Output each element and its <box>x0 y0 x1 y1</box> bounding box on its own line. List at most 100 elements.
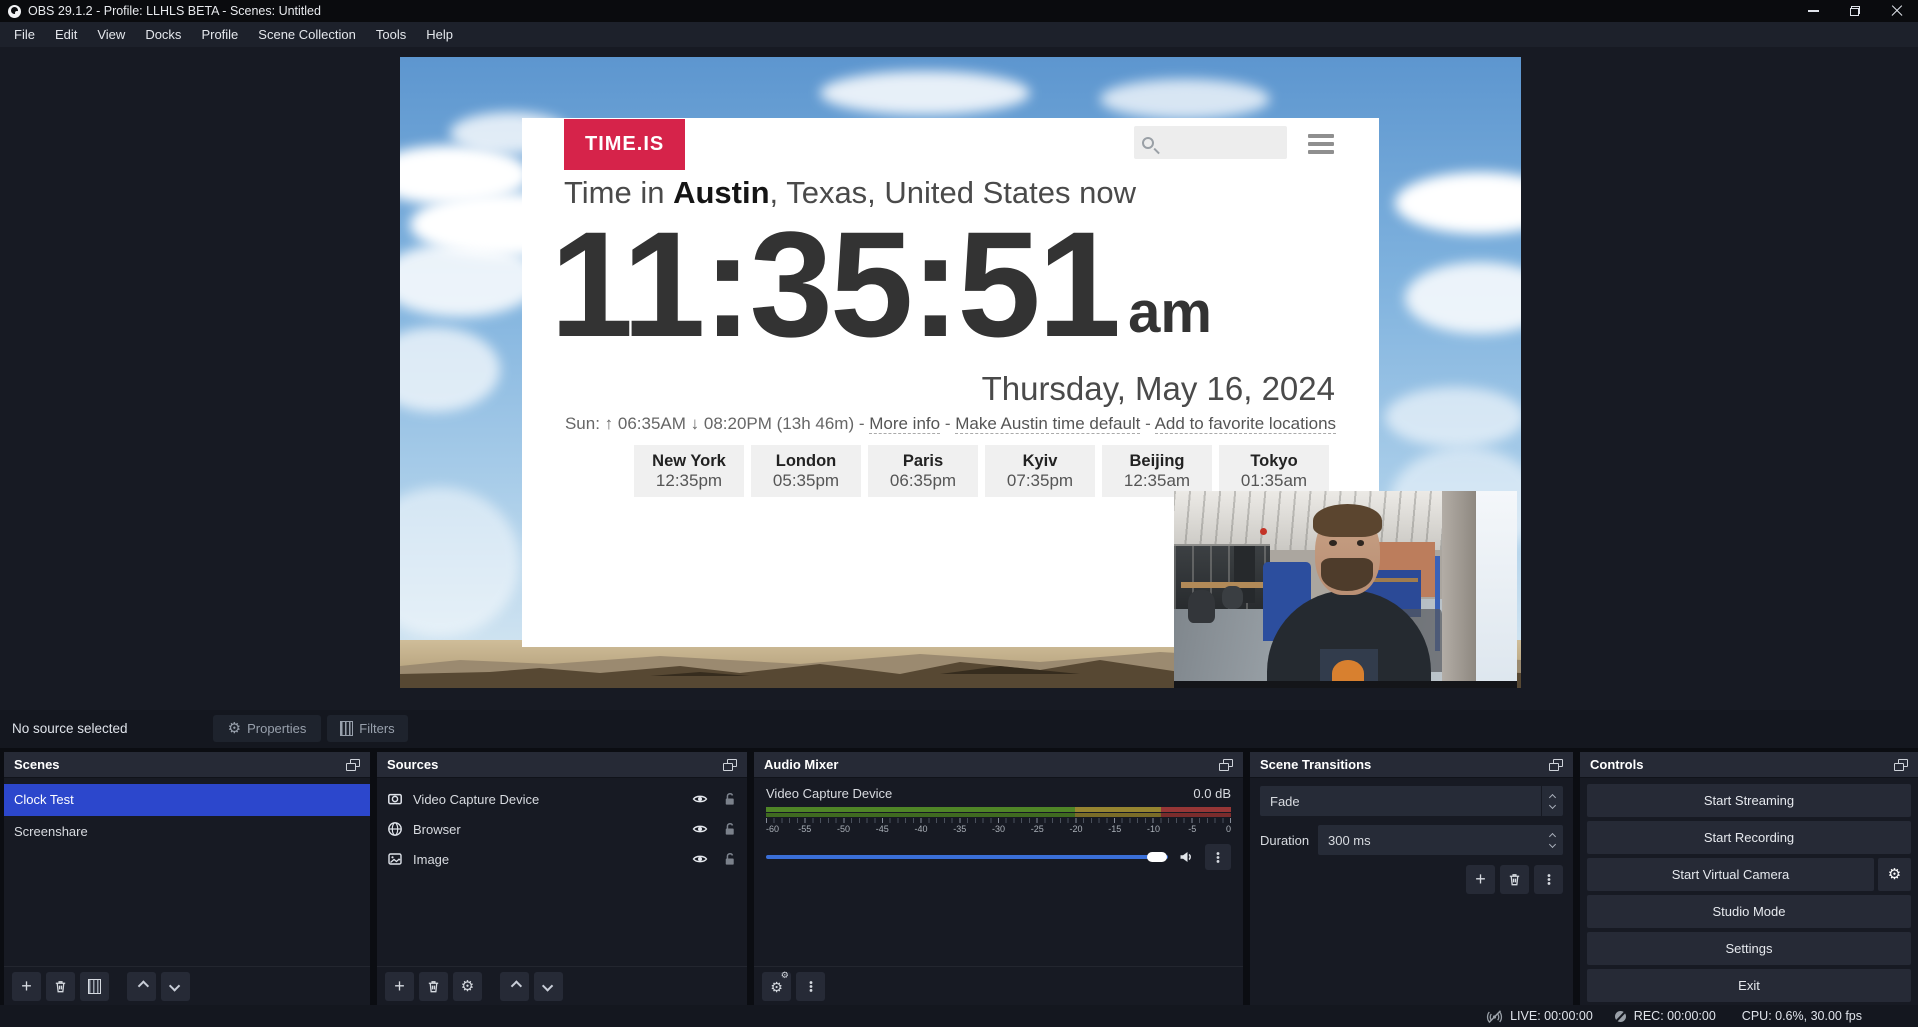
city-london[interactable]: London05:35pm <box>751 445 861 497</box>
studio-mode-button[interactable]: Studio Mode <box>1587 895 1911 928</box>
chevron-up-icon <box>510 980 521 991</box>
popout-icon <box>1219 759 1233 771</box>
kebab-icon <box>804 979 818 994</box>
obs-logo-icon <box>8 5 21 18</box>
add-favorite-link[interactable]: Add to favorite locations <box>1155 414 1336 434</box>
remove-transition-button[interactable] <box>1500 865 1529 894</box>
sun-info-line: Sun: ↑ 06:35AM ↓ 08:20PM (13h 46m) - Mor… <box>522 414 1379 434</box>
record-disabled-icon <box>1613 1009 1628 1024</box>
volume-slider[interactable] <box>766 855 1168 859</box>
move-scene-up-button[interactable] <box>127 972 156 1001</box>
filters-button[interactable]: Filters <box>327 715 408 742</box>
dropdown-spinner[interactable] <box>1541 786 1563 816</box>
dock-area: Scenes Clock Test Screenshare + Sources <box>0 748 1918 1005</box>
chevron-up-icon <box>1548 832 1555 839</box>
broadcast-disabled-icon <box>1485 1009 1504 1024</box>
eye-icon[interactable] <box>691 822 709 836</box>
mixer-menu-button[interactable] <box>796 972 825 1001</box>
chevron-up-icon <box>137 980 148 991</box>
source-properties-button[interactable]: ⚙ <box>453 972 482 1001</box>
start-streaming-button[interactable]: Start Streaming <box>1587 784 1911 817</box>
menu-view[interactable]: View <box>87 22 135 47</box>
chevron-down-icon <box>1549 801 1556 808</box>
minimize-button[interactable] <box>1792 0 1834 22</box>
menu-scene-collection[interactable]: Scene Collection <box>248 22 366 47</box>
city-beijing[interactable]: Beijing12:35am <box>1102 445 1212 497</box>
search-icon <box>1142 137 1154 149</box>
scenes-panel: Scenes Clock Test Screenshare + <box>4 752 370 1005</box>
volume-slider-handle[interactable] <box>1147 852 1167 862</box>
clock-meridiem: am <box>1128 284 1212 342</box>
move-source-down-button[interactable] <box>534 972 563 1001</box>
menu-file[interactable]: File <box>4 22 45 47</box>
move-source-up-button[interactable] <box>500 972 529 1001</box>
meter-tick-labels: -60-55-50-45-40-35-30-25-20-15-10-50 <box>766 824 1231 837</box>
cloud <box>400 242 540 317</box>
scene-filters-button[interactable] <box>80 972 109 1001</box>
gear-icon: ⚙ <box>1888 867 1901 882</box>
hamburger-menu-icon[interactable] <box>1308 134 1334 154</box>
remove-scene-button[interactable] <box>46 972 75 1001</box>
lock-icon[interactable] <box>722 791 737 807</box>
double-gear-icon: ⚙⚙ <box>770 976 783 997</box>
transition-dropdown[interactable]: Fade <box>1260 786 1563 816</box>
duration-spinbox[interactable]: 300 ms <box>1318 825 1563 855</box>
cloud <box>1405 262 1521 334</box>
settings-button[interactable]: Settings <box>1587 932 1911 965</box>
search-input[interactable] <box>1154 135 1264 151</box>
kebab-icon <box>1211 850 1225 865</box>
advanced-audio-button[interactable]: ⚙⚙ <box>762 972 791 1001</box>
mixer-level-db: 0.0 dB <box>1193 786 1231 801</box>
gear-icon: ⚙ <box>228 721 241 736</box>
virtual-camera-config-button[interactable]: ⚙ <box>1878 858 1911 891</box>
close-button[interactable] <box>1876 0 1918 22</box>
scene-item-clock-test[interactable]: Clock Test <box>4 784 370 816</box>
webcam-overlay[interactable] <box>1174 491 1517 688</box>
lock-icon[interactable] <box>722 821 737 837</box>
add-source-button[interactable]: + <box>385 972 414 1001</box>
eye-icon[interactable] <box>691 852 709 866</box>
source-item-video-capture[interactable]: Video Capture Device <box>377 784 747 814</box>
city-kyiv[interactable]: Kyiv07:35pm <box>985 445 1095 497</box>
menu-help[interactable]: Help <box>416 22 463 47</box>
timeis-logo[interactable]: TIME.IS <box>564 119 685 170</box>
menu-docks[interactable]: Docks <box>135 22 191 47</box>
more-info-link[interactable]: More info <box>869 414 940 434</box>
make-default-link[interactable]: Make Austin time default <box>955 414 1140 434</box>
source-item-browser[interactable]: Browser <box>377 814 747 844</box>
volume-meter <box>766 807 1231 817</box>
lock-icon[interactable] <box>722 851 737 867</box>
start-recording-button[interactable]: Start Recording <box>1587 821 1911 854</box>
menu-profile[interactable]: Profile <box>191 22 248 47</box>
camera-icon <box>387 791 403 807</box>
restore-icon <box>1850 6 1860 16</box>
cloud <box>1385 387 1521 447</box>
source-item-image[interactable]: Image <box>377 844 747 874</box>
add-transition-button[interactable]: + <box>1466 865 1495 894</box>
move-scene-down-button[interactable] <box>161 972 190 1001</box>
search-box[interactable] <box>1134 126 1287 159</box>
preview-area: TIME.IS Time in Austin, Texas, United St… <box>0 47 1918 710</box>
add-scene-button[interactable]: + <box>12 972 41 1001</box>
city-newyork[interactable]: New York12:35pm <box>634 445 744 497</box>
properties-button[interactable]: ⚙ Properties <box>213 715 321 742</box>
start-virtual-camera-button[interactable]: Start Virtual Camera <box>1587 858 1874 891</box>
restore-button[interactable] <box>1834 0 1876 22</box>
duration-spinner[interactable] <box>1541 825 1563 855</box>
menu-tools[interactable]: Tools <box>366 22 416 47</box>
mixer-options-button[interactable] <box>1205 844 1231 870</box>
eye-icon[interactable] <box>691 792 709 806</box>
city-tokyo[interactable]: Tokyo01:35am <box>1219 445 1329 497</box>
exit-button[interactable]: Exit <box>1587 969 1911 1002</box>
speaker-icon[interactable] <box>1177 849 1196 865</box>
cloud <box>400 487 520 637</box>
audio-mixer-panel: Audio Mixer Video Capture Device 0.0 dB … <box>754 752 1243 1005</box>
menu-edit[interactable]: Edit <box>45 22 87 47</box>
scene-item-screenshare[interactable]: Screenshare <box>4 816 370 848</box>
controls-panel: Controls Start Streaming Start Recording… <box>1580 752 1918 1005</box>
transition-properties-button[interactable] <box>1534 865 1563 894</box>
remove-source-button[interactable] <box>419 972 448 1001</box>
city-paris[interactable]: Paris06:35pm <box>868 445 978 497</box>
chevron-down-icon <box>1548 840 1555 847</box>
preview-canvas[interactable]: TIME.IS Time in Austin, Texas, United St… <box>400 57 1521 688</box>
